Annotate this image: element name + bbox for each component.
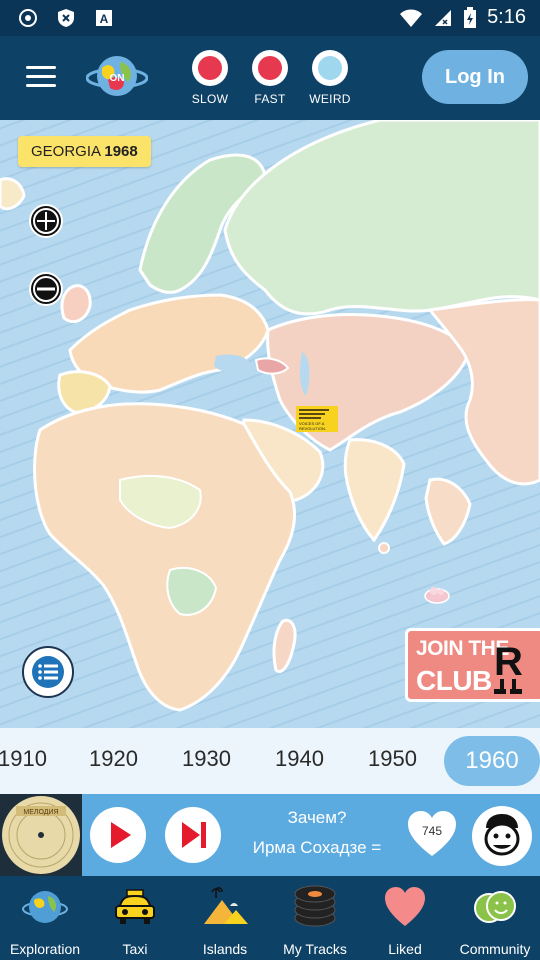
slow-icon: [192, 50, 228, 86]
wifi-icon: [400, 9, 423, 27]
speed-slow-label: SLOW: [191, 92, 229, 106]
minus-icon: [33, 276, 59, 302]
zoom-in-button[interactable]: [29, 204, 63, 238]
country-tag[interactable]: GEORGIA 1968: [18, 136, 151, 167]
face-icon: [484, 814, 520, 856]
speed-fast-label: FAST: [254, 92, 286, 106]
community-icon: [474, 891, 516, 923]
svg-text:A: A: [100, 12, 109, 26]
chrome-icon: [19, 9, 37, 27]
decade-1920[interactable]: 1920: [89, 746, 138, 772]
speed-weird-button[interactable]: WEIRD: [300, 50, 360, 106]
club-r-logo: R: [494, 640, 523, 694]
club-line2: CLUB: [416, 665, 492, 696]
next-button[interactable]: [165, 807, 221, 863]
player-bar: МЕЛОДИЯ Зачем? Ирма Сохадзе = 745: [0, 794, 540, 876]
heart-icon: [385, 887, 425, 926]
font-icon: A: [96, 10, 112, 26]
nav-taxi-label: Taxi: [122, 941, 148, 957]
status-time: 5:16: [487, 6, 526, 28]
login-button[interactable]: Log In: [422, 50, 528, 104]
track-title: Зачем?: [287, 808, 347, 827]
taxi-icon: [115, 889, 155, 924]
status-bar: A 5:16: [0, 0, 540, 36]
top-bar: ON SLOW FAST WEIRD Log In: [0, 36, 540, 120]
decade-timeline[interactable]: 1910 1920 1930 1940 1950 1960: [0, 728, 540, 794]
marker-text: VOICES OF A REVOLUTION.: [299, 421, 327, 431]
zoom-out-button[interactable]: [29, 272, 63, 306]
nav-exploration-label: Exploration: [9, 941, 81, 957]
nav-my-tracks[interactable]: My Tracks: [270, 884, 360, 957]
nav-community[interactable]: Community: [450, 884, 540, 957]
fast-icon: [252, 50, 288, 86]
decade-1940[interactable]: 1940: [275, 746, 324, 772]
nav-community-label: Community: [459, 941, 531, 957]
like-count: 745: [421, 824, 443, 838]
play-icon: [111, 822, 131, 848]
radiooooo-logo[interactable]: ON: [86, 52, 148, 102]
menu-button[interactable]: [26, 66, 56, 90]
user-avatar[interactable]: [472, 806, 532, 866]
speed-fast-button[interactable]: FAST: [240, 50, 300, 106]
speed-weird-label: WEIRD: [309, 92, 351, 106]
track-artist: Ирма Сохадзе =: [252, 838, 382, 857]
nav-islands[interactable]: Islands: [180, 884, 270, 957]
nav-liked[interactable]: Liked: [360, 884, 450, 957]
nav-my-tracks-label: My Tracks: [283, 941, 347, 957]
svg-text:R: R: [494, 640, 523, 684]
record-cover[interactable]: МЕЛОДИЯ: [0, 794, 82, 876]
nav-taxi[interactable]: Taxi: [90, 884, 180, 957]
decade-1930[interactable]: 1930: [182, 746, 231, 772]
decade-1950[interactable]: 1950: [368, 746, 417, 772]
signal-icon: [435, 9, 452, 26]
island-icon[interactable]: [423, 582, 451, 604]
decade-1910[interactable]: 1910: [0, 746, 47, 772]
globe-icon: [22, 891, 68, 923]
list-view-button[interactable]: [22, 646, 74, 698]
vinyl-record-icon: МЕЛОДИЯ: [2, 796, 80, 874]
svg-text:ON: ON: [110, 73, 125, 84]
close-shield-icon: [58, 9, 74, 27]
play-button[interactable]: [90, 807, 146, 863]
join-club-banner[interactable]: JOIN THE CLUB R: [405, 628, 540, 702]
svg-text:МЕЛОДИЯ: МЕЛОДИЯ: [23, 809, 58, 816]
nav-exploration[interactable]: Exploration: [0, 884, 90, 957]
plus-icon: [33, 208, 59, 234]
list-icon: [32, 656, 64, 688]
bottom-nav: Exploration Taxi Islands My Tracks Liked…: [0, 876, 540, 960]
skip-next-icon: [182, 822, 206, 848]
nav-islands-label: Islands: [202, 941, 248, 957]
country-name: GEORGIA: [31, 143, 101, 160]
islands-icon: [204, 887, 248, 924]
speed-slow-button[interactable]: SLOW: [180, 50, 240, 106]
decade-1960-active[interactable]: 1960: [444, 736, 540, 786]
records-icon: [294, 885, 336, 927]
playlist-marker[interactable]: VOICES OF A REVOLUTION.: [296, 406, 338, 432]
country-year: 1968: [104, 143, 138, 160]
nav-liked-label: Liked: [388, 941, 422, 957]
battery-icon: [464, 6, 477, 28]
world-map[interactable]: GEORGIA 1968 VOICES OF A REVOLUTION. JOI…: [0, 120, 540, 728]
weird-icon: [312, 50, 348, 86]
